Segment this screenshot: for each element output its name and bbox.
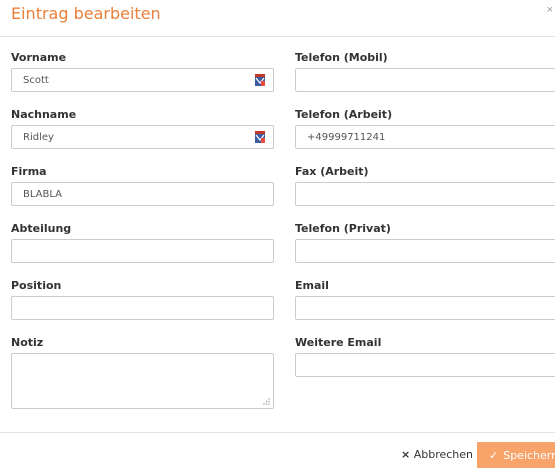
weitere-email-input[interactable] [295, 353, 555, 377]
cancel-button[interactable]: × Abbrechen [401, 448, 473, 461]
notiz-label: Notiz [11, 336, 44, 349]
telefon-arbeit-label: Telefon (Arbeit) [295, 108, 393, 121]
notiz-textarea[interactable] [11, 353, 274, 409]
firma-input[interactable]: BLABLA [11, 182, 274, 206]
telefon-mobil-label: Telefon (Mobil) [295, 51, 388, 64]
close-icon: × [401, 448, 411, 461]
vorname-label: Vorname [11, 51, 67, 64]
fax-arbeit-label: Fax (Arbeit) [295, 165, 369, 178]
abteilung-label: Abteilung [11, 222, 72, 235]
fax-arbeit-input[interactable] [295, 182, 555, 206]
nachname-input[interactable]: Ridley [11, 125, 274, 149]
telefon-arbeit-input[interactable]: +49999711241 [295, 125, 555, 149]
email-label: Email [295, 279, 329, 292]
telefon-arbeit-value: +49999711241 [307, 131, 386, 143]
dialog-title: Eintrag bearbeiten [11, 4, 161, 23]
header-divider [0, 36, 555, 37]
firma-value: BLABLA [23, 188, 63, 200]
nachname-label: Nachname [11, 108, 77, 121]
contact-card-icon[interactable] [255, 74, 265, 86]
cancel-button-label: Abbrechen [413, 448, 474, 461]
edit-entry-dialog: Eintrag bearbeiten × Vorname Scott Nachn… [0, 0, 555, 468]
resize-handle-icon[interactable] [263, 398, 270, 405]
weitere-email-label: Weitere Email [295, 336, 382, 349]
check-icon: ✓ [489, 448, 499, 462]
position-label: Position [11, 279, 62, 292]
save-button[interactable]: ✓ Speichern [477, 442, 555, 468]
email-input[interactable] [295, 296, 555, 320]
footer-divider [0, 432, 555, 433]
nachname-value: Ridley [23, 131, 54, 143]
close-icon[interactable]: × [547, 4, 553, 16]
save-button-label: Speichern [503, 448, 555, 462]
telefon-privat-label: Telefon (Privat) [295, 222, 391, 235]
firma-label: Firma [11, 165, 47, 178]
telefon-privat-input[interactable] [295, 239, 555, 263]
position-input[interactable] [11, 296, 274, 320]
telefon-mobil-input[interactable] [295, 68, 555, 92]
vorname-value: Scott [23, 74, 49, 86]
abteilung-input[interactable] [11, 239, 274, 263]
vorname-input[interactable]: Scott [11, 68, 274, 92]
contact-card-icon[interactable] [255, 131, 265, 143]
